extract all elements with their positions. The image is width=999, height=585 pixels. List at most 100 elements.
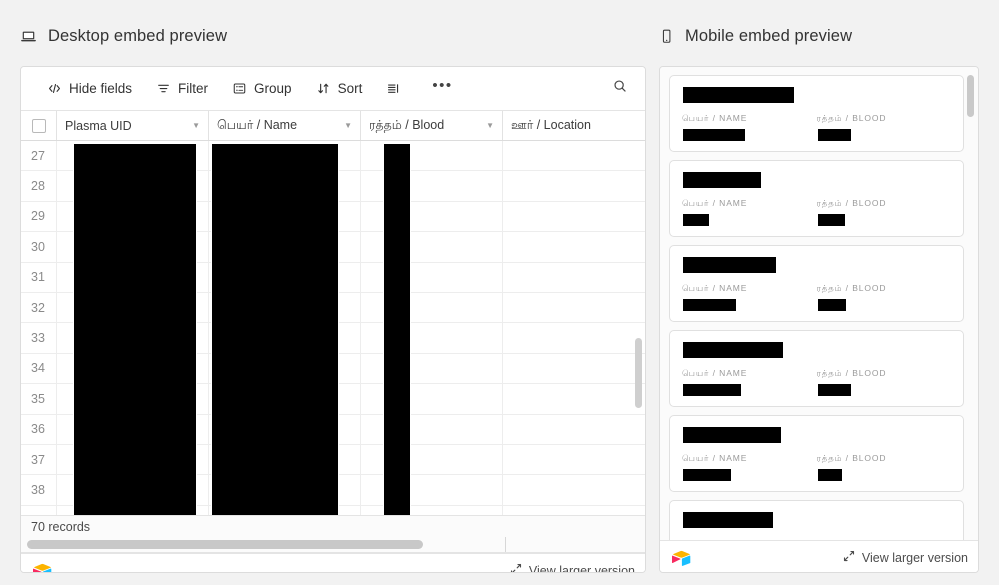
- cell-name[interactable]: [209, 262, 361, 292]
- grid-rows-container[interactable]: 27282930313233343536373839: [21, 141, 645, 515]
- cell-blood[interactable]: [361, 384, 503, 414]
- cell-name[interactable]: [209, 444, 361, 475]
- cell-name[interactable]: [209, 201, 361, 232]
- cell-location[interactable]: [503, 141, 633, 170]
- cell-blood[interactable]: [361, 141, 503, 171]
- cell-location[interactable]: [503, 506, 633, 515]
- cell-location[interactable]: [503, 354, 633, 383]
- cell-name[interactable]: [209, 323, 361, 353]
- cell-uid[interactable]: [57, 323, 209, 353]
- cell-uid[interactable]: [57, 262, 209, 292]
- view-larger-version-link-mobile[interactable]: View larger version: [843, 550, 968, 565]
- table-row[interactable]: 33: [21, 323, 645, 354]
- table-row[interactable]: 34: [21, 353, 645, 385]
- chevron-down-icon[interactable]: ▼: [344, 121, 352, 130]
- table-row[interactable]: 38: [21, 475, 645, 506]
- group-button[interactable]: Group: [224, 77, 300, 100]
- cell-uid[interactable]: [57, 171, 209, 201]
- chevron-down-icon[interactable]: ▼: [192, 121, 200, 130]
- cell-name[interactable]: [209, 384, 361, 414]
- card-field-value-name: [682, 213, 817, 228]
- cell-blood[interactable]: [361, 475, 503, 505]
- table-row[interactable]: 31: [21, 262, 645, 293]
- cell-blood[interactable]: [361, 292, 503, 323]
- more-options-button[interactable]: •••: [424, 77, 460, 100]
- list-item[interactable]: பெயர் / NAME ரத்தம் / BLOOD: [669, 330, 964, 407]
- cell-blood[interactable]: [361, 201, 503, 232]
- horizontal-scrollbar-thumb[interactable]: [27, 540, 423, 549]
- mobile-scrollbar-thumb[interactable]: [967, 75, 974, 117]
- list-item[interactable]: பெயர் / NAME ரத்தம் / BLOOD: [669, 160, 964, 237]
- cell-uid[interactable]: [57, 444, 209, 475]
- cell-blood[interactable]: [361, 232, 503, 262]
- view-larger-version-link-desktop[interactable]: View larger version: [510, 563, 635, 572]
- sort-button[interactable]: Sort: [308, 77, 371, 100]
- cell-blood[interactable]: [361, 323, 503, 353]
- cell-uid[interactable]: [57, 414, 209, 444]
- cell-blood[interactable]: [361, 505, 503, 515]
- airtable-logo[interactable]: [33, 563, 52, 572]
- cell-location[interactable]: [503, 445, 633, 474]
- cell-location[interactable]: [503, 232, 633, 261]
- column-header-blood[interactable]: ரத்தம் / Blood ▼: [361, 111, 503, 140]
- table-row[interactable]: 39: [21, 505, 645, 515]
- table-row[interactable]: 29: [21, 201, 645, 233]
- cell-name[interactable]: [209, 475, 361, 505]
- cell-name[interactable]: [209, 505, 361, 515]
- cell-uid[interactable]: [57, 505, 209, 515]
- vertical-scrollbar-thumb[interactable]: [635, 338, 642, 408]
- vertical-scrollbar[interactable]: [633, 142, 645, 517]
- column-header-name[interactable]: பெயர் / Name ▼: [209, 111, 361, 140]
- list-item[interactable]: பெயர் / NAME ரத்தம் / BLOOD: [669, 415, 964, 492]
- cell-uid[interactable]: [57, 384, 209, 414]
- cell-location[interactable]: [503, 415, 633, 444]
- chevron-down-icon[interactable]: ▼: [486, 121, 494, 130]
- table-row[interactable]: 30: [21, 232, 645, 263]
- table-row[interactable]: 37: [21, 444, 645, 476]
- table-row[interactable]: 27: [21, 141, 645, 172]
- filter-button[interactable]: Filter: [148, 77, 216, 100]
- cell-location[interactable]: [503, 384, 633, 413]
- list-item[interactable]: [669, 500, 964, 540]
- list-item[interactable]: பெயர் / NAME ரத்தம் / BLOOD: [669, 75, 964, 152]
- table-row[interactable]: 36: [21, 414, 645, 445]
- cell-name[interactable]: [209, 353, 361, 384]
- cell-uid[interactable]: [57, 201, 209, 232]
- cell-location[interactable]: [503, 202, 633, 231]
- cell-location[interactable]: [503, 293, 633, 322]
- column-header-plasma-uid[interactable]: Plasma UID ▼: [57, 111, 209, 140]
- cell-uid[interactable]: [57, 141, 209, 171]
- cell-blood[interactable]: [361, 414, 503, 444]
- list-item[interactable]: பெயர் / NAME ரத்தம் / BLOOD: [669, 245, 964, 322]
- cell-blood[interactable]: [361, 353, 503, 384]
- cell-location[interactable]: [503, 171, 633, 200]
- cell-name[interactable]: [209, 141, 361, 171]
- select-all-header[interactable]: [21, 111, 57, 140]
- cell-blood[interactable]: [361, 262, 503, 292]
- cell-name[interactable]: [209, 171, 361, 201]
- cell-location[interactable]: [503, 323, 633, 352]
- search-button[interactable]: [607, 76, 633, 102]
- table-row[interactable]: 28: [21, 171, 645, 202]
- cell-uid[interactable]: [57, 232, 209, 262]
- cell-location[interactable]: [503, 263, 633, 292]
- cell-uid[interactable]: [57, 353, 209, 384]
- mobile-embed-frame: பெயர் / NAME ரத்தம் / BLOOD பெயர் / NAME ரத…: [659, 66, 979, 573]
- cell-blood[interactable]: [361, 444, 503, 475]
- cell-name[interactable]: [209, 414, 361, 444]
- horizontal-scrollbar[interactable]: [21, 537, 645, 553]
- column-header-location[interactable]: ஊர் / Location: [503, 111, 634, 140]
- cell-uid[interactable]: [57, 292, 209, 323]
- table-row[interactable]: 32: [21, 292, 645, 324]
- cell-uid[interactable]: [57, 475, 209, 505]
- cell-name[interactable]: [209, 292, 361, 323]
- cell-location[interactable]: [503, 475, 633, 504]
- select-all-checkbox[interactable]: [31, 118, 46, 133]
- airtable-logo[interactable]: [672, 550, 691, 566]
- row-height-button[interactable]: [378, 77, 416, 100]
- table-row[interactable]: 35: [21, 384, 645, 415]
- hide-fields-button[interactable]: Hide fields: [39, 77, 140, 100]
- cell-name[interactable]: [209, 232, 361, 262]
- mobile-card-list[interactable]: பெயர் / NAME ரத்தம் / BLOOD பெயர் / NAME ரத…: [660, 67, 978, 540]
- cell-blood[interactable]: [361, 171, 503, 201]
